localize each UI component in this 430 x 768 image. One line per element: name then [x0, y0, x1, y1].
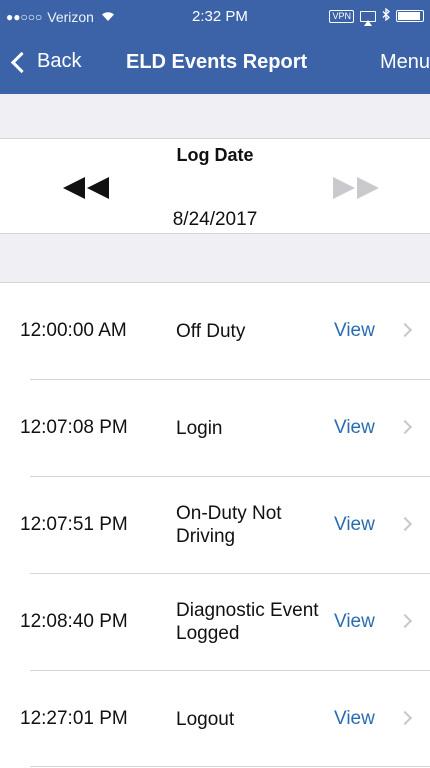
wifi-icon — [101, 10, 115, 25]
chevron-left-icon — [10, 51, 33, 74]
log-date-label: Log Date — [176, 145, 254, 165]
navigation-bar: Back ELD Events Report Menu — [0, 34, 430, 94]
chevron-right-icon — [397, 322, 413, 338]
status-time: 2:32 PM — [192, 8, 248, 25]
event-row[interactable]: 12:07:51 PM On-Duty Not Driving View — [0, 477, 430, 573]
vpn-badge: VPN — [329, 9, 354, 23]
event-row[interactable]: 12:27:01 PM Logout View — [0, 671, 430, 767]
battery-icon — [396, 10, 424, 22]
back-button[interactable]: Back — [10, 50, 82, 74]
view-link[interactable]: View — [334, 671, 375, 767]
event-time: 12:00:00 AM — [20, 320, 127, 341]
event-row[interactable]: 12:07:08 PM Login View — [0, 380, 430, 476]
log-date-value: 8/24/2017 — [172, 209, 258, 230]
status-left: ●●○○○ Verizon — [6, 9, 115, 25]
event-time: 12:07:08 PM — [20, 417, 128, 438]
page-title: ELD Events Report — [126, 51, 308, 73]
status-right: VPN — [329, 7, 424, 26]
back-label: Back — [37, 50, 82, 72]
event-row[interactable]: 12:00:00 AM Off Duty View — [0, 283, 430, 379]
fast-forward-icon — [333, 177, 379, 204]
row-divider — [30, 766, 430, 767]
event-time: 12:07:51 PM — [20, 514, 128, 535]
carrier-name: Verizon — [47, 9, 94, 25]
event-name: On-Duty Not Driving — [176, 503, 282, 547]
chevron-right-icon — [397, 516, 413, 532]
view-link[interactable]: View — [334, 574, 375, 670]
airplay-icon — [360, 10, 376, 26]
chevron-right-icon — [397, 710, 413, 726]
event-name: Logout — [176, 708, 235, 730]
event-time: 12:08:40 PM — [20, 611, 128, 632]
status-bar: ●●○○○ Verizon 2:32 PM VPN — [0, 0, 430, 34]
bluetooth-icon — [382, 7, 390, 24]
chevron-right-icon — [397, 419, 413, 435]
event-time: 12:27:01 PM — [20, 708, 128, 729]
view-link[interactable]: View — [334, 477, 375, 573]
event-name: Diagnostic Event Logged — [176, 600, 319, 644]
view-link[interactable]: View — [334, 380, 375, 476]
menu-button[interactable]: Menu — [380, 51, 430, 74]
signal-strength-icon: ●●○○○ — [6, 10, 43, 24]
section-spacer-top — [0, 94, 430, 138]
view-link[interactable]: View — [334, 283, 375, 379]
event-row[interactable]: 12:08:40 PM Diagnostic Event Logged View — [0, 574, 430, 670]
rewind-icon[interactable] — [63, 177, 109, 204]
chevron-right-icon — [397, 613, 413, 629]
event-name: Login — [176, 417, 223, 439]
log-date-panel: Log Date 8/24/2017 — [0, 139, 430, 233]
event-name: Off Duty — [176, 320, 246, 342]
section-spacer-bottom — [0, 234, 430, 282]
